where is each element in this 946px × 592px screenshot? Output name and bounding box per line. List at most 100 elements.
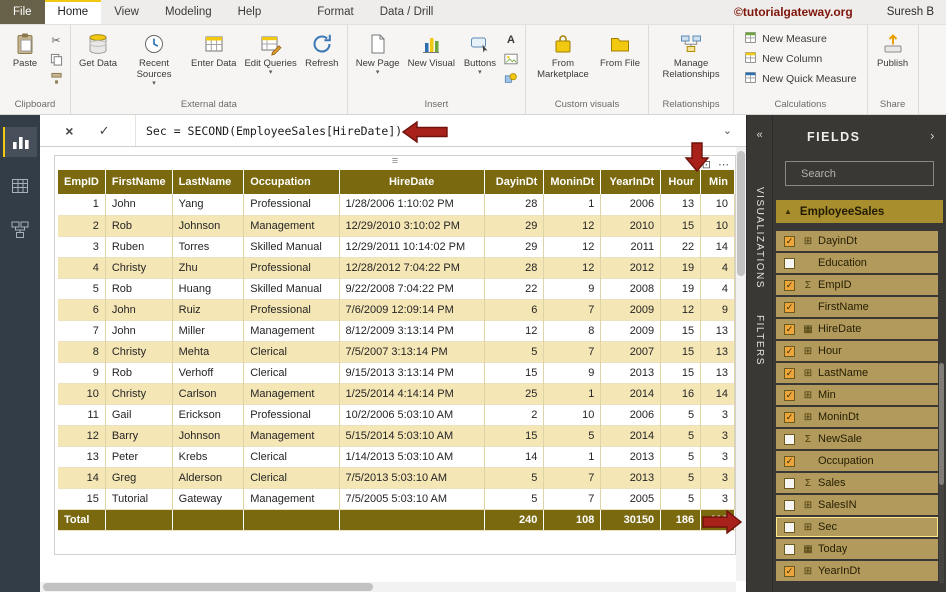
column-header-lastname[interactable]: LastName (172, 170, 245, 194)
copy-button[interactable] (47, 51, 65, 67)
new-measure-button[interactable]: New Measure (744, 31, 827, 47)
new-page-button[interactable]: New Page ▾ (353, 29, 403, 76)
refresh-button[interactable]: Refresh (302, 29, 342, 70)
search-input[interactable] (799, 166, 945, 181)
field-item-dayindt[interactable]: ✓ ⊞ DayinDt (776, 231, 938, 251)
shapes-button[interactable] (502, 70, 520, 86)
field-checkbox-min[interactable]: ✓ (784, 389, 795, 401)
field-checkbox-dayindt[interactable]: ✓ (784, 235, 795, 247)
column-header-yearindt[interactable]: YearInDt (600, 170, 662, 194)
field-item-sec[interactable]: ⊞ Sec (776, 517, 938, 537)
collapse-triangle-icon[interactable]: ▲ (784, 207, 792, 216)
commit-formula-icon[interactable]: ✓ (99, 123, 110, 139)
new-column-button[interactable]: New Column (744, 51, 822, 67)
table-node-employeesales[interactable]: ▲ EmployeeSales (776, 200, 943, 223)
data-view-button[interactable] (3, 171, 37, 201)
column-header-empid[interactable]: EmpID (58, 170, 106, 194)
field-checkbox-firstname[interactable]: ✓ (784, 301, 795, 313)
field-checkbox-lastname[interactable]: ✓ (784, 367, 795, 379)
tab-data-drill[interactable]: Data / Drill (367, 0, 447, 24)
more-options-icon[interactable]: ⋯ (718, 158, 729, 171)
field-item-monindt[interactable]: ✓ ⊞ MoninDt (776, 407, 938, 427)
tab-modeling[interactable]: Modeling (152, 0, 225, 24)
field-item-sales[interactable]: Σ Sales (776, 473, 938, 493)
field-item-occupation[interactable]: ✓ Occupation (776, 451, 938, 471)
new-visual-button[interactable]: New Visual (405, 29, 458, 70)
column-header-monindt[interactable]: MoninDt (543, 170, 602, 194)
field-item-empid[interactable]: ✓ Σ EmpID (776, 275, 938, 295)
column-header-dayindt[interactable]: DayinDt (484, 170, 545, 194)
paste-button[interactable]: Paste (5, 29, 45, 70)
tab-filters[interactable]: FILTERS (754, 315, 765, 366)
field-checkbox-sec[interactable] (784, 521, 795, 533)
tab-visualizations[interactable]: VISUALIZATIONS (754, 187, 765, 289)
field-checkbox-monindt[interactable]: ✓ (784, 411, 795, 423)
text-box-button[interactable]: A (502, 32, 520, 48)
tab-home[interactable]: Home (44, 0, 102, 24)
format-painter-button[interactable] (47, 70, 65, 86)
new-quick-measure-button[interactable]: New Quick Measure (744, 71, 857, 87)
tab-file[interactable]: File (0, 0, 45, 24)
field-checkbox-education[interactable] (784, 257, 795, 269)
tab-view[interactable]: View (101, 0, 152, 24)
sigma-icon: Σ (804, 433, 812, 445)
column-header-occupation[interactable]: Occupation (243, 170, 340, 194)
field-checkbox-salesin[interactable] (784, 499, 795, 511)
manage-relationships-button[interactable]: Manage Relationships (654, 29, 728, 81)
scrollbar-thumb[interactable] (43, 583, 373, 591)
tab-help[interactable]: Help (225, 0, 275, 24)
collapse-fields-icon[interactable]: › (930, 128, 936, 143)
field-item-hour[interactable]: ✓ ⊞ Hour (776, 341, 938, 361)
column-header-hour[interactable]: Hour (660, 170, 702, 194)
field-item-salesin[interactable]: ⊞ SalesIN (776, 495, 938, 515)
model-view-button[interactable] (3, 215, 37, 245)
fields-search-box[interactable] (785, 161, 945, 186)
column-header-firstname[interactable]: FirstName (105, 170, 173, 194)
field-checkbox-sales[interactable] (784, 477, 795, 489)
field-checkbox-empid[interactable]: ✓ (784, 279, 795, 291)
report-canvas[interactable]: ≡ ⊡ ⋯ EmpID FirstName LastName Occupation Hi… (40, 147, 746, 592)
image-button[interactable] (502, 51, 520, 67)
publish-label: Publish (877, 58, 909, 69)
field-item-firstname[interactable]: ✓ FirstName (776, 297, 938, 317)
fields-scrollbar[interactable] (939, 363, 944, 584)
field-checkbox-today[interactable] (784, 543, 795, 555)
field-item-today[interactable]: ▦ Today (776, 539, 938, 559)
formula-input[interactable]: Sec = SECOND(EmployeeSales[HireDate]) (146, 124, 402, 138)
cancel-formula-icon[interactable]: × (65, 123, 73, 139)
model-view-icon (11, 221, 29, 238)
table-visual[interactable]: ≡ ⊡ ⋯ EmpID FirstName LastName Occupation Hi… (54, 155, 736, 555)
column-header-min[interactable]: Min (700, 170, 735, 194)
cell-lastname: Huang (172, 278, 245, 300)
field-checkbox-occupation[interactable]: ✓ (784, 455, 795, 467)
publish-button[interactable]: Publish (873, 29, 913, 70)
field-checkbox-hour[interactable]: ✓ (784, 345, 795, 357)
recent-sources-button[interactable]: Recent Sources ▾ (122, 29, 186, 87)
cell-monindt: 12 (543, 257, 602, 279)
scrollbar-thumb[interactable] (737, 151, 745, 276)
field-item-hiredate[interactable]: ✓ ▦ HireDate (776, 319, 938, 339)
column-header-hiredate[interactable]: HireDate (339, 170, 485, 194)
field-item-yearindt[interactable]: ✓ ⊞ YearInDt (776, 561, 938, 581)
tab-format[interactable]: Format (304, 0, 366, 24)
expand-formula-icon[interactable]: ⌄ (723, 124, 732, 137)
report-view-button[interactable] (3, 127, 37, 157)
buttons-button[interactable]: Buttons ▾ (460, 29, 500, 76)
field-checkbox-newsale[interactable] (784, 433, 795, 445)
scrollbar-thumb[interactable] (939, 363, 944, 485)
enter-data-button[interactable]: Enter Data (188, 29, 239, 70)
field-item-min[interactable]: ✓ ⊞ Min (776, 385, 938, 405)
field-checkbox-hiredate[interactable]: ✓ (784, 323, 795, 335)
from-marketplace-button[interactable]: From Marketplace (531, 29, 595, 81)
expand-panels-icon[interactable]: « (756, 129, 762, 141)
cut-button[interactable]: ✂ (47, 32, 65, 48)
field-checkbox-yearindt[interactable]: ✓ (784, 565, 795, 577)
field-item-newsale[interactable]: Σ NewSale (776, 429, 938, 449)
field-item-education[interactable]: Education (776, 253, 938, 273)
canvas-horizontal-scrollbar[interactable] (40, 582, 736, 592)
field-item-lastname[interactable]: ✓ ⊞ LastName (776, 363, 938, 383)
get-data-button[interactable]: Get Data (76, 29, 120, 70)
edit-queries-button[interactable]: Edit Queries ▾ (241, 29, 299, 76)
drag-grip-icon[interactable]: ≡ (392, 156, 398, 167)
from-file-button[interactable]: From File (597, 29, 643, 70)
